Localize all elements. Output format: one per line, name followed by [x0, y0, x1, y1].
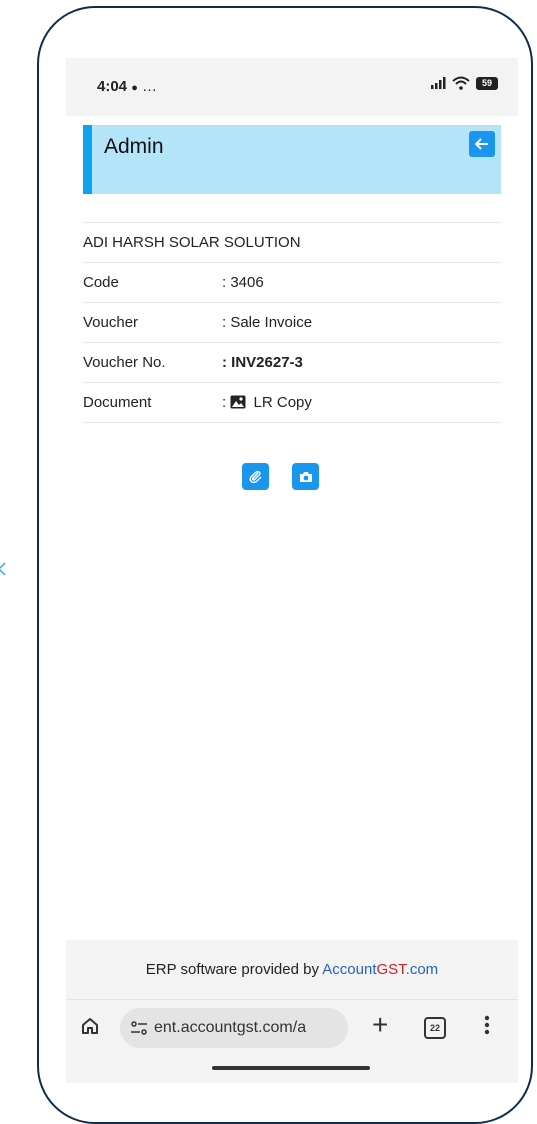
table-row-code: Code : 3406: [83, 262, 501, 302]
row-value: : Sale Invoice: [222, 314, 313, 331]
new-tab-icon[interactable]: +: [372, 1011, 388, 1039]
brand-part-account: Account: [322, 961, 377, 978]
notification-more: …: [142, 78, 158, 95]
status-bar: 4:04 ● … 59: [66, 58, 518, 116]
footer-text: ERP software provided by: [145, 961, 323, 978]
row-value-prefix: :: [222, 394, 227, 411]
attach-button[interactable]: [242, 463, 269, 490]
battery-level: 59: [481, 77, 492, 88]
document-name: LR Copy: [253, 394, 312, 411]
arrow-left-icon: [475, 138, 488, 150]
brand-part-com: .com: [405, 961, 439, 978]
side-arrow-icon: [0, 562, 6, 576]
table-row-voucher: Voucher : Sale Invoice: [83, 302, 501, 342]
camera-button[interactable]: [292, 463, 319, 490]
tab-count: 22: [429, 1023, 440, 1033]
back-button[interactable]: [469, 131, 495, 157]
gesture-nav-area: [66, 1054, 518, 1083]
browser-toolbar: ent.accountgst.com/a + 22: [66, 999, 518, 1055]
battery-icon: 59: [476, 76, 498, 90]
row-label: Voucher: [83, 314, 139, 331]
url-text: ent.accountgst.com/a: [154, 1019, 307, 1036]
status-time: 4:04 ● …: [97, 78, 158, 95]
row-label: Document: [83, 394, 152, 411]
table-row-document: Document : LR Copy: [83, 382, 501, 423]
row-value: : 3406: [222, 274, 264, 291]
brand-link[interactable]: AccountGST.com: [322, 961, 438, 978]
more-vert-icon[interactable]: [484, 1014, 490, 1036]
brand-part-gst: GST: [376, 961, 406, 978]
image-icon: [230, 395, 246, 409]
paperclip-icon: [249, 470, 261, 483]
row-label: Voucher No.: [83, 354, 166, 371]
chat-bubble-icon: ●: [131, 82, 138, 94]
company-name: ADI HARSH SOLAR SOLUTION: [83, 234, 301, 251]
action-buttons: [242, 463, 319, 490]
document-link[interactable]: : LR Copy: [222, 394, 501, 411]
home-indicator[interactable]: [212, 1066, 370, 1070]
voucher-details-table: ADI HARSH SOLAR SOLUTION Code : 3406 Vou…: [83, 222, 501, 423]
page-title: Admin: [104, 135, 164, 158]
home-icon[interactable]: [80, 1016, 100, 1036]
address-bar[interactable]: ent.accountgst.com/a: [120, 1008, 348, 1048]
signal-icon: [431, 77, 446, 89]
camera-icon: [299, 471, 312, 482]
row-label: Code: [83, 274, 119, 291]
page-header: Admin: [83, 125, 501, 194]
phone-screen: 4:04 ● … 59 Admin ADI HARSH SOLAR SOLUTI…: [66, 58, 518, 1083]
tabs-icon[interactable]: 22: [424, 1017, 446, 1039]
wifi-icon: [452, 76, 470, 90]
table-row-voucher-no: Voucher No. : INV2627-3: [83, 342, 501, 382]
status-icons: 59: [430, 76, 498, 90]
footer: ERP software provided by AccountGST.com: [66, 940, 518, 999]
site-settings-icon[interactable]: [130, 1021, 148, 1035]
row-value: : INV2627-3: [222, 354, 303, 371]
company-row: ADI HARSH SOLAR SOLUTION: [83, 222, 501, 262]
